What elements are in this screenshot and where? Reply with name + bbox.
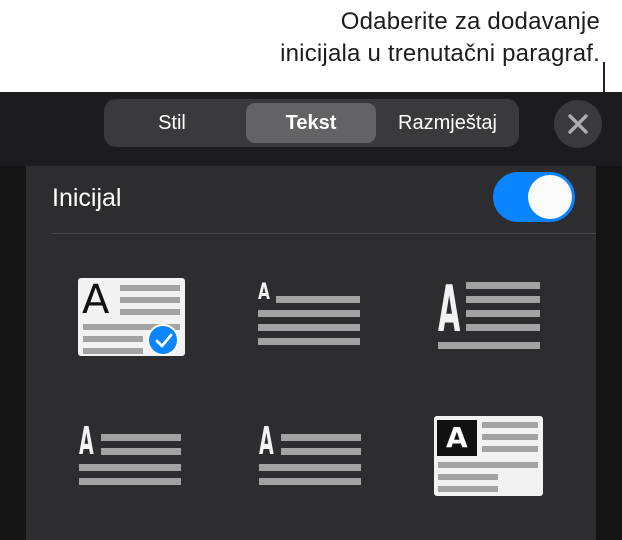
drop-cap-style-3[interactable]: A <box>438 273 542 352</box>
callout-line-1: Odaberite za dodavanje <box>340 8 600 35</box>
callout-annotation: Odaberite za dodavanje inicijala u trenu… <box>280 6 600 70</box>
tab-razmjestaj[interactable]: Razmještaj <box>380 103 515 143</box>
drop-cap-style-4[interactable]: A <box>79 419 183 490</box>
callout-line-2: inicijala u trenutačni paragraf. <box>280 40 600 67</box>
drop-cap-letter: A <box>82 277 110 323</box>
drop-cap-box: A <box>437 420 477 456</box>
drop-cap-label: Inicijal <box>52 184 122 212</box>
close-icon <box>568 114 588 134</box>
toggle-knob <box>528 175 572 219</box>
drop-cap-style-6[interactable]: A <box>434 416 543 496</box>
drop-cap-style-5[interactable]: A <box>259 419 363 490</box>
selected-badge <box>147 324 179 356</box>
format-tabs: Stil Tekst Razmještaj <box>104 99 519 147</box>
close-button[interactable] <box>554 100 602 148</box>
drop-cap-letter: A <box>79 419 94 463</box>
drop-cap-letter: A <box>438 273 461 347</box>
divider <box>52 233 596 234</box>
tab-stil[interactable]: Stil <box>108 103 236 143</box>
checkmark-icon <box>155 333 173 348</box>
drop-cap-style-2[interactable]: A <box>258 280 362 350</box>
drop-cap-letter: A <box>259 419 274 463</box>
drop-cap-letter: A <box>446 421 468 454</box>
drop-cap-letter: A <box>258 280 270 305</box>
tab-tekst[interactable]: Tekst <box>246 103 376 143</box>
drop-cap-toggle[interactable] <box>493 172 575 222</box>
